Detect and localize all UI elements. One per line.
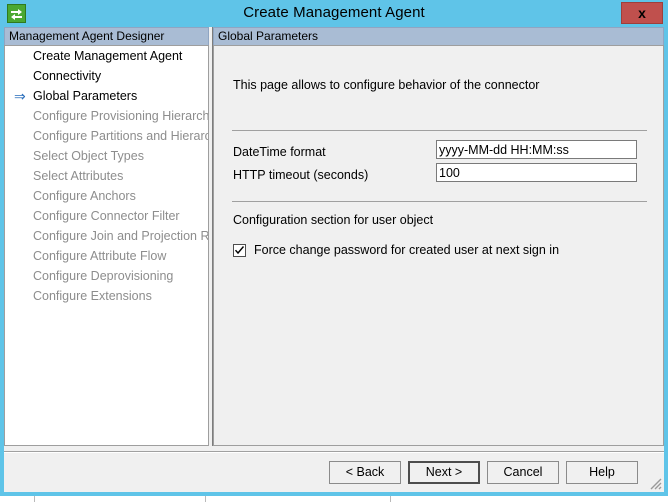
navigation-pane-header: Management Agent Designer: [4, 27, 209, 45]
cancel-button[interactable]: Cancel: [487, 461, 559, 484]
sidebar-item-label: Select Object Types: [33, 149, 144, 163]
sidebar-item-label: Configure Provisioning Hierarchy: [33, 109, 209, 123]
user-object-section-title: Configuration section for user object: [233, 213, 433, 227]
background-tick: [34, 496, 35, 502]
page-description: This page allows to configure behavior o…: [233, 78, 539, 92]
datetime-format-label: DateTime format: [233, 145, 326, 159]
content-pane-header: Global Parameters: [213, 27, 664, 45]
navigation-pane: Management Agent Designer Create Managem…: [4, 27, 209, 446]
background-tick: [205, 496, 206, 502]
content-pane: Global Parameters This page allows to co…: [209, 27, 664, 446]
current-step-arrow-icon: ⇒: [14, 86, 30, 106]
sidebar-item-select-attributes: Select Attributes: [5, 166, 208, 186]
background-strip: [0, 496, 668, 502]
sidebar-item-create-management-agent[interactable]: Create Management Agent: [5, 46, 208, 66]
footer-divider-highlight: [4, 452, 664, 453]
background-tick: [390, 496, 391, 502]
http-timeout-label: HTTP timeout (seconds): [233, 168, 368, 182]
client-area: Management Agent Designer Create Managem…: [4, 27, 664, 492]
sidebar-item-configure-deprovisioning: Configure Deprovisioning: [5, 266, 208, 286]
checkbox-checked-icon[interactable]: [233, 244, 246, 257]
sidebar-item-select-object-types: Select Object Types: [5, 146, 208, 166]
separator-bottom: [232, 201, 647, 202]
sidebar-item-configure-attribute-flow: Configure Attribute Flow: [5, 246, 208, 266]
sidebar-item-configure-extensions: Configure Extensions: [5, 286, 208, 306]
sidebar-item-label: Global Parameters: [33, 89, 137, 103]
sidebar-item-connectivity[interactable]: Connectivity: [5, 66, 208, 86]
content-pane-body: This page allows to configure behavior o…: [213, 45, 664, 446]
sidebar-item-label: Create Management Agent: [33, 49, 182, 63]
dialog-window: Create Management Agent x Management Age…: [0, 0, 668, 496]
sidebar-item-global-parameters[interactable]: ⇒Global Parameters: [5, 86, 208, 106]
force-change-password-label: Force change password for created user a…: [254, 243, 559, 258]
navigation-list[interactable]: Create Management AgentConnectivity⇒Glob…: [4, 45, 209, 446]
resize-grip-icon[interactable]: [648, 476, 662, 490]
sidebar-item-label: Configure Join and Projection Rules: [33, 229, 209, 243]
window-title: Create Management Agent: [0, 4, 668, 21]
sidebar-item-configure-provisioning-hierarchy: Configure Provisioning Hierarchy: [5, 106, 208, 126]
datetime-format-input[interactable]: [436, 140, 637, 159]
sidebar-item-label: Configure Attribute Flow: [33, 249, 166, 263]
close-button[interactable]: x: [621, 2, 663, 24]
sidebar-item-label: Configure Connector Filter: [33, 209, 180, 223]
sidebar-item-configure-join-and-projection-rules: Configure Join and Projection Rules: [5, 226, 208, 246]
next-button[interactable]: Next >: [408, 461, 480, 484]
sidebar-item-label: Configure Partitions and Hierarchies: [33, 129, 209, 143]
sidebar-item-label: Configure Anchors: [33, 189, 136, 203]
title-bar: Create Management Agent x: [0, 0, 668, 27]
http-timeout-input[interactable]: [436, 163, 637, 182]
separator-top: [232, 130, 647, 131]
sidebar-item-label: Configure Extensions: [33, 289, 152, 303]
sidebar-item-label: Configure Deprovisioning: [33, 269, 173, 283]
back-button[interactable]: < Back: [329, 461, 401, 484]
sidebar-item-configure-partitions-and-hierarchies: Configure Partitions and Hierarchies: [5, 126, 208, 146]
sidebar-item-configure-connector-filter: Configure Connector Filter: [5, 206, 208, 226]
sidebar-item-configure-anchors: Configure Anchors: [5, 186, 208, 206]
sidebar-item-label: Connectivity: [33, 69, 101, 83]
help-button[interactable]: Help: [566, 461, 638, 484]
sidebar-item-label: Select Attributes: [33, 169, 123, 183]
